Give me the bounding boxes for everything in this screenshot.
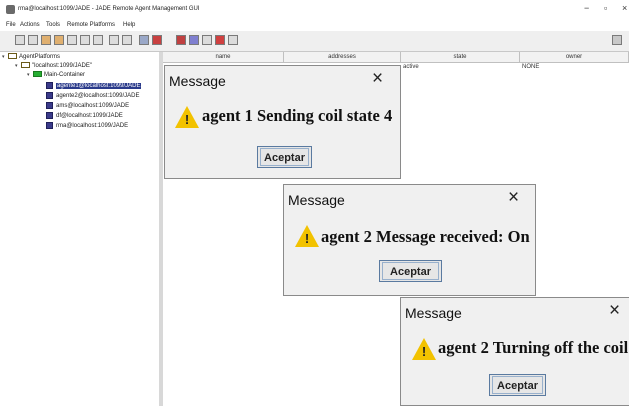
tree-node-agent[interactable]: df@localhost:1099/JADE	[46, 112, 123, 121]
save-icon[interactable]	[93, 35, 103, 45]
column-header-name[interactable]: name	[163, 52, 284, 62]
dialog-message: agent 1 Sending coil state 4	[202, 106, 393, 125]
warning-exclamation-icon: !	[304, 231, 310, 246]
accept-button[interactable]: Aceptar	[379, 260, 442, 282]
tree-node-main-container[interactable]: ▾ Main-Container	[27, 71, 85, 80]
warning-exclamation-icon: !	[421, 344, 427, 359]
window-title: rma@localhost:1099/JADE - JADE Remote Ag…	[18, 6, 200, 12]
warning-exclamation-icon: !	[184, 112, 190, 127]
dialog-message: agent 2 Turning off the coil	[438, 338, 629, 357]
agent-icon	[46, 122, 53, 129]
tree-label: AgentPlatforms	[19, 54, 61, 60]
column-header-owner[interactable]: owner	[520, 52, 629, 62]
menu-bar: File Actions Tools Remote Platforms Help	[0, 20, 629, 31]
agent-tree-panel: ▾ AgentPlatforms ▾ "localhost:1099/JADE" ▾…	[0, 52, 160, 406]
tree-label: agente2@localhost:1099/JADE	[56, 93, 140, 100]
dialog-title: Message	[169, 73, 226, 89]
accept-button[interactable]: Aceptar	[489, 374, 546, 396]
close-icon[interactable]: ×	[372, 68, 383, 90]
menu-help[interactable]: Help	[123, 22, 135, 28]
menu-actions[interactable]: Actions	[20, 22, 40, 28]
new-agent-icon[interactable]	[15, 35, 25, 45]
tree-label: ams@localhost:1099/JADE	[56, 103, 130, 110]
message-dialog-2: Message × ! agent 2 Message received: On…	[283, 184, 536, 296]
tree-label: rma@localhost:1099/JADE	[56, 123, 129, 130]
df-gui-icon[interactable]	[189, 35, 199, 45]
tree-node-agent[interactable]: rma@localhost:1099/JADE	[46, 122, 128, 131]
message-dialog-3: Message × ! agent 2 Turning off the coil…	[400, 297, 629, 406]
tree-label: "localhost:1099/JADE"	[32, 63, 92, 69]
agent-icon	[46, 112, 53, 119]
tree-node-agent[interactable]: agente2@localhost:1099/JADE	[46, 92, 139, 101]
cell-owner[interactable]: NONE	[522, 63, 539, 71]
jade-app-icon	[6, 5, 15, 14]
dummy-agent-icon[interactable]	[176, 35, 186, 45]
close-window-button[interactable]: ×	[622, 3, 627, 13]
close-icon[interactable]: ×	[609, 300, 620, 322]
cell-state[interactable]: active	[403, 63, 419, 71]
toolbar	[0, 31, 629, 52]
tree-node-platform[interactable]: ▾ "localhost:1099/JADE"	[15, 62, 92, 71]
agent-icon	[46, 92, 53, 99]
log-icon[interactable]	[152, 35, 162, 45]
sniffer-icon[interactable]	[122, 35, 132, 45]
kill-icon[interactable]	[28, 35, 38, 45]
maximize-button[interactable]: ▫	[604, 3, 607, 13]
sniff-agent-icon[interactable]	[228, 35, 238, 45]
tree-label: agente1@localhost:1099/JADE	[56, 83, 142, 90]
column-header-state[interactable]: state	[401, 52, 520, 62]
resume-icon[interactable]	[54, 35, 64, 45]
accept-button[interactable]: Aceptar	[257, 146, 312, 168]
folder-icon	[21, 62, 30, 69]
suspend-icon[interactable]	[41, 35, 51, 45]
message-dialog-1: Message × ! agent 1 Sending coil state 4…	[164, 65, 401, 179]
jade-logo-icon	[612, 35, 622, 45]
introspector-icon[interactable]	[139, 35, 149, 45]
dialog-message: agent 2 Message received: On	[321, 227, 530, 246]
agent-icon	[46, 82, 53, 89]
folder-icon	[8, 53, 17, 60]
menu-file[interactable]: File	[6, 22, 16, 28]
dialog-title: Message	[288, 192, 345, 208]
tree-label: df@localhost:1099/JADE	[56, 113, 123, 120]
column-header-addresses[interactable]: addresses	[284, 52, 401, 62]
container-folder-icon	[33, 71, 42, 78]
minimize-button[interactable]: −	[584, 3, 589, 13]
platform-icon[interactable]	[202, 35, 212, 45]
bug-icon[interactable]	[215, 35, 225, 45]
tree-node-agent[interactable]: ams@localhost:1099/JADE	[46, 102, 129, 111]
menu-remote-platforms[interactable]: Remote Platforms	[67, 22, 115, 28]
agent-icon	[46, 102, 53, 109]
dialog-title: Message	[405, 305, 462, 321]
title-bar: rma@localhost:1099/JADE - JADE Remote Ag…	[0, 0, 629, 20]
tree-node-agent[interactable]: agente1@localhost:1099/JADE	[46, 82, 142, 91]
clone-icon[interactable]	[67, 35, 77, 45]
migrate-icon[interactable]	[80, 35, 90, 45]
send-message-icon[interactable]	[109, 35, 119, 45]
menu-tools[interactable]: Tools	[46, 22, 60, 28]
tree-node-agent-platforms[interactable]: ▾ AgentPlatforms	[2, 53, 60, 62]
table-header: name addresses state owner	[163, 52, 629, 63]
tree-label: Main-Container	[44, 72, 86, 78]
close-icon[interactable]: ×	[508, 187, 519, 209]
